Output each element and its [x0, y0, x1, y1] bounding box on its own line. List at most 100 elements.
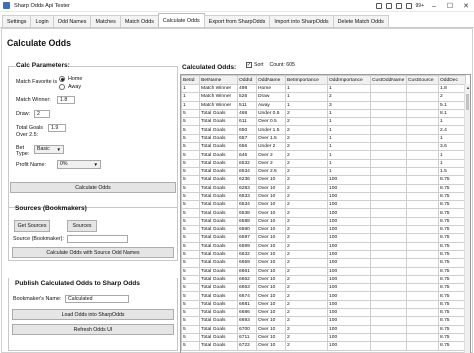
table-cell[interactable]: Total Goals — [199, 125, 238, 135]
table-row[interactable]: 5 Total Goals 6722 Over 10 2 100 8.75 — [181, 341, 466, 351]
table-cell[interactable]: Over 10 — [256, 208, 286, 218]
table-cell[interactable]: 6686 — [237, 307, 257, 318]
table-cell[interactable] — [406, 183, 439, 193]
table-cell[interactable] — [406, 274, 439, 285]
table-cell[interactable]: Total Goals — [199, 191, 238, 202]
tab-export-from-sharpodds[interactable]: Export from SharpOdds — [203, 15, 271, 27]
table-cell[interactable]: 5 — [181, 341, 200, 351]
table-cell[interactable]: Match Winner — [199, 92, 238, 102]
table-cell[interactable]: 6722 — [237, 341, 257, 351]
radio-home-dot[interactable] — [59, 76, 65, 82]
table-cell[interactable]: Over 10 — [256, 291, 286, 301]
toolbar-display-icon[interactable] — [405, 3, 412, 9]
table-cell[interactable]: 6711 — [237, 332, 257, 343]
table-cell[interactable]: Total Goals — [199, 283, 238, 293]
table-cell[interactable]: 8.75 — [438, 249, 466, 260]
table-cell[interactable]: Total Goals — [199, 299, 238, 310]
table-cell[interactable]: 5 — [181, 142, 200, 152]
table-cell[interactable]: 1 — [327, 158, 371, 168]
table-cell[interactable]: 1 — [438, 150, 466, 160]
table-cell[interactable]: 8.75 — [438, 316, 466, 326]
table-cell[interactable]: Over 10 — [256, 249, 286, 260]
table-cell[interactable]: Over 10 — [256, 225, 286, 235]
table-cell[interactable]: 8.75 — [438, 324, 466, 334]
table-row[interactable]: 5 Total Goals 6534 Over 2.5 2 1 1.5 — [181, 166, 466, 177]
table-cell[interactable]: 100 — [327, 216, 371, 227]
table-cell[interactable] — [370, 158, 407, 168]
table-cell[interactable] — [406, 241, 439, 251]
table-cell[interactable]: 8.75 — [438, 200, 466, 210]
table-cell[interactable] — [406, 125, 439, 135]
radio-home[interactable]: Home — [59, 76, 82, 82]
table-cell[interactable]: 6236 — [237, 175, 257, 185]
table-cell[interactable]: 6532 — [237, 158, 257, 168]
table-cell[interactable]: 100 — [327, 241, 371, 251]
table-cell[interactable]: 2 — [285, 208, 328, 218]
toolbar-cursor-icon[interactable] — [395, 3, 402, 9]
table-cell[interactable]: 6588 — [237, 216, 257, 227]
table-cell[interactable]: 1 — [181, 83, 200, 94]
tab-login[interactable]: Login — [30, 15, 54, 27]
table-cell[interactable]: 8.75 — [438, 274, 466, 285]
table-cell[interactable]: Total Goals — [199, 166, 238, 177]
table-cell[interactable]: Over 10 — [256, 200, 286, 210]
table-cell[interactable]: 1 — [438, 133, 466, 144]
table-cell[interactable]: 100 — [327, 283, 371, 293]
table-cell[interactable]: 5 — [181, 274, 200, 285]
table-cell[interactable] — [406, 233, 439, 243]
table-cell[interactable]: 5 — [181, 125, 200, 135]
table-cell[interactable]: 8.75 — [438, 332, 466, 343]
table-cell[interactable]: Total Goals — [199, 324, 238, 334]
table-cell[interactable]: 657 — [237, 133, 257, 144]
table-cell[interactable] — [406, 316, 439, 326]
table-cell[interactable]: 2 — [285, 258, 328, 268]
table-cell[interactable]: Over 10 — [256, 341, 286, 351]
table-cell[interactable] — [406, 258, 439, 268]
column-header[interactable]: OddName — [256, 75, 286, 85]
table-cell[interactable]: 5 — [181, 175, 200, 185]
close-button[interactable]: ✕ — [458, 0, 474, 12]
table-cell[interactable]: 526 — [237, 92, 257, 102]
table-cell[interactable]: 8.75 — [438, 341, 466, 351]
table-cell[interactable] — [406, 299, 439, 310]
table-cell[interactable]: Total Goals — [199, 108, 238, 119]
table-cell[interactable]: 8.75 — [438, 225, 466, 235]
table-cell[interactable]: 5 — [181, 316, 200, 326]
table-cell[interactable]: 2 — [285, 133, 328, 144]
table-cell[interactable] — [406, 100, 439, 110]
table-cell[interactable]: 100 — [327, 233, 371, 243]
table-cell[interactable]: 2 — [285, 241, 328, 251]
table-cell[interactable] — [370, 324, 407, 334]
table-cell[interactable]: 1 — [285, 83, 328, 94]
table-cell[interactable] — [370, 307, 407, 318]
table-cell[interactable] — [370, 225, 407, 235]
notification-badge[interactable]: 99+ — [416, 3, 424, 9]
table-cell[interactable]: 2 — [285, 175, 328, 185]
table-cell[interactable]: 100 — [327, 258, 371, 268]
table-cell[interactable]: 2 — [285, 291, 328, 301]
table-cell[interactable]: 8.75 — [438, 291, 466, 301]
table-row[interactable]: 5 Total Goals 6700 Over 10 2 100 8.75 — [181, 324, 466, 334]
toolbar-camera-icon[interactable] — [385, 3, 392, 9]
table-row[interactable]: 5 Total Goals 611 Over 0.5 2 1 1 — [181, 117, 466, 127]
table-row[interactable]: 5 Total Goals 6590 Over 10 2 100 8.75 — [181, 225, 466, 235]
table-cell[interactable]: 6662 — [237, 274, 257, 285]
tab-import-into-sharpodds[interactable]: Import into SharpOdds — [269, 15, 334, 27]
load-odds-button[interactable]: Load Odds into SharpOdds — [12, 309, 174, 320]
table-cell[interactable] — [406, 83, 439, 94]
table-cell[interactable]: Total Goals — [199, 249, 238, 260]
table-cell[interactable]: 8.75 — [438, 307, 466, 318]
table-cell[interactable]: 5 — [181, 191, 200, 202]
table-cell[interactable]: 2 — [438, 92, 466, 102]
table-cell[interactable]: 5 — [181, 108, 200, 119]
table-cell[interactable]: Under 0.5 — [256, 108, 286, 119]
table-cell[interactable] — [370, 108, 407, 119]
table-cell[interactable]: Over 2.5 — [256, 166, 286, 177]
sort-checkbox[interactable]: ✓ Sort Count: 605 — [246, 62, 295, 68]
scrollbar-thumb[interactable] — [466, 94, 469, 110]
table-cell[interactable]: 5 — [181, 225, 200, 235]
table-cell[interactable] — [370, 291, 407, 301]
table-cell[interactable] — [370, 241, 407, 251]
table-cell[interactable]: 5 — [181, 291, 200, 301]
table-cell[interactable] — [370, 166, 407, 177]
